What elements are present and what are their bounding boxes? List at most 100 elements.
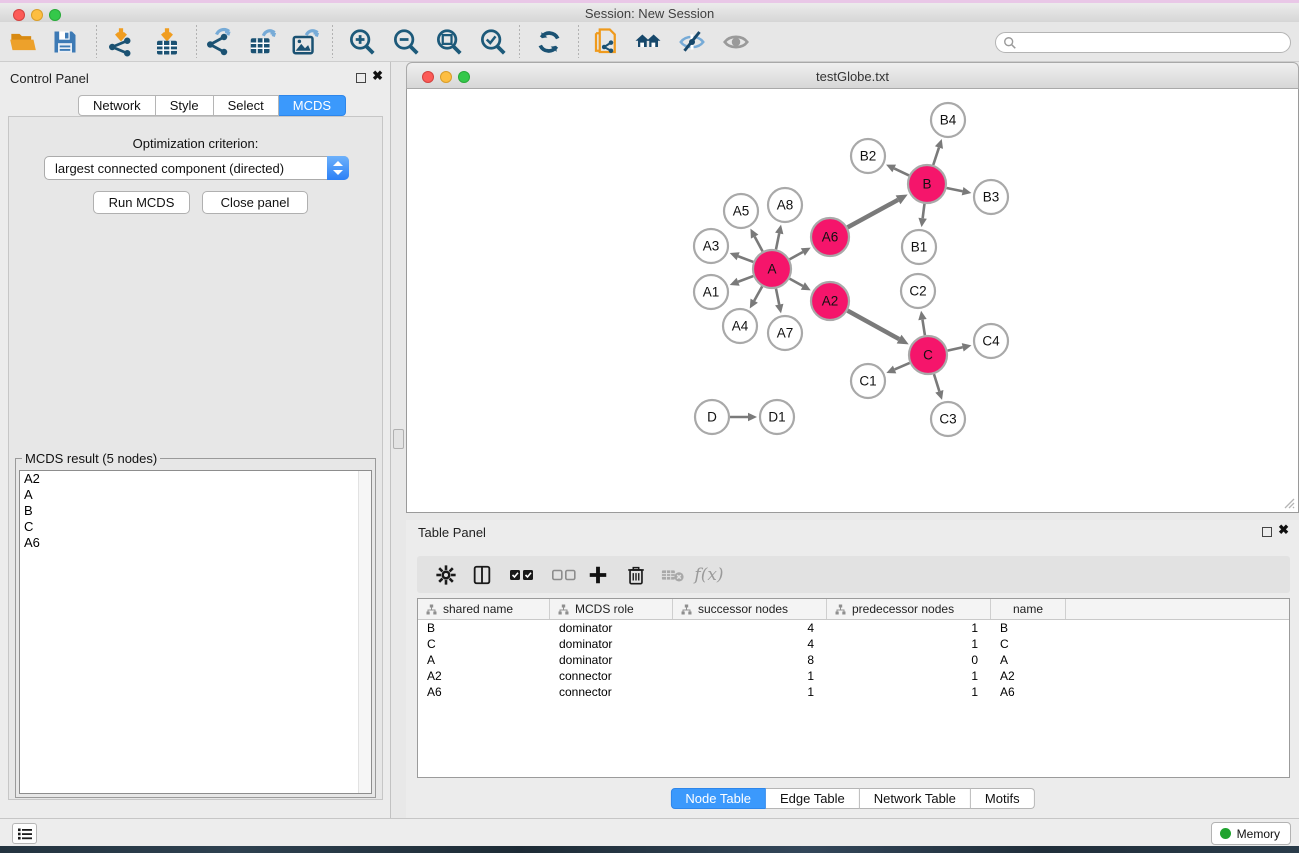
table-cell[interactable]: B	[991, 620, 1066, 636]
column-header-name[interactable]: name	[991, 599, 1066, 619]
open-session-button[interactable]	[4, 25, 42, 59]
table-cell[interactable]: 1	[827, 620, 991, 636]
table-tab-network-table[interactable]: Network Table	[860, 788, 971, 809]
table-cell[interactable]: B	[418, 620, 550, 636]
edge-B-B3[interactable]	[947, 188, 963, 191]
edge-C-C1[interactable]	[895, 363, 910, 370]
table-cell[interactable]: A6	[991, 684, 1066, 700]
table-cell[interactable]: A2	[991, 668, 1066, 684]
tab-select[interactable]: Select	[214, 95, 279, 116]
table-cell[interactable]: 1	[673, 668, 827, 684]
run-mcds-button[interactable]: Run MCDS	[93, 191, 190, 214]
refresh-button[interactable]	[530, 25, 568, 59]
table-row[interactable]: Cdominator41C	[418, 636, 1289, 652]
table-row[interactable]: Adominator80A	[418, 652, 1289, 668]
search-input[interactable]	[1017, 36, 1290, 50]
edge-A-A8[interactable]	[776, 233, 779, 249]
table-cell[interactable]: connector	[550, 684, 673, 700]
table-cell[interactable]: 1	[827, 668, 991, 684]
table-row[interactable]: Bdominator41B	[418, 620, 1289, 636]
column-header-predecessor-nodes[interactable]: predecessor nodes	[827, 599, 991, 619]
edge-C-C2[interactable]	[922, 320, 924, 336]
zoom-in-button[interactable]	[343, 25, 381, 59]
column-header-shared-name[interactable]: shared name	[418, 599, 550, 619]
edge-A2-C[interactable]	[848, 311, 900, 339]
table-cell[interactable]: 1	[827, 684, 991, 700]
function-builder-button[interactable]: f(x)	[689, 558, 729, 591]
close-panel-button[interactable]: Close panel	[202, 191, 308, 214]
split-table-button[interactable]	[465, 558, 499, 591]
table-row[interactable]: A2connector11A2	[418, 668, 1289, 684]
edge-A-A1[interactable]	[738, 276, 753, 282]
table-cell[interactable]: 1	[673, 684, 827, 700]
new-network-from-selection-button[interactable]	[587, 25, 625, 59]
table-tab-motifs[interactable]: Motifs	[971, 788, 1035, 809]
zoom-out-button[interactable]	[387, 25, 425, 59]
network-canvas[interactable]: B4B2BB3A5A8A6A3B1AA1A2C2A4A7C4CC1C3DD1	[406, 89, 1299, 513]
import-network-button[interactable]	[102, 25, 140, 59]
table-tab-edge-table[interactable]: Edge Table	[766, 788, 860, 809]
first-neighbors-button[interactable]	[629, 25, 667, 59]
export-network-button[interactable]	[200, 25, 238, 59]
column-header-successor-nodes[interactable]: successor nodes	[673, 599, 827, 619]
select-all-button[interactable]	[505, 558, 539, 591]
network-window-titlebar[interactable]: testGlobe.txt	[406, 62, 1299, 89]
mcds-result-item[interactable]: C	[20, 519, 371, 535]
save-session-button[interactable]	[46, 25, 84, 59]
table-cell[interactable]: 0	[827, 652, 991, 668]
edge-A6-B[interactable]	[848, 200, 898, 228]
mcds-result-item[interactable]: A	[20, 487, 371, 503]
zoom-fit-button[interactable]	[430, 25, 468, 59]
edge-A-A3[interactable]	[738, 256, 753, 262]
column-settings-button[interactable]	[429, 558, 463, 591]
tab-mcds[interactable]: MCDS	[279, 95, 346, 116]
table-cell[interactable]: A6	[418, 684, 550, 700]
table-cell[interactable]: 4	[673, 620, 827, 636]
float-panel-icon[interactable]	[356, 73, 366, 83]
mcds-result-item[interactable]: A6	[20, 535, 371, 551]
column-header-MCDS-role[interactable]: MCDS role	[550, 599, 673, 619]
resize-grip-icon[interactable]	[1281, 495, 1295, 509]
zoom-selected-button[interactable]	[474, 25, 512, 59]
close-table-panel-icon[interactable]: ✖	[1278, 522, 1289, 538]
table-cell[interactable]: C	[991, 636, 1066, 652]
edge-A-A5[interactable]	[755, 237, 763, 252]
table-tab-node-table[interactable]: Node Table	[670, 788, 766, 809]
edge-A-A4[interactable]	[754, 286, 762, 300]
mcds-result-list[interactable]: A2ABCA6	[19, 470, 372, 794]
mcds-result-item[interactable]: A2	[20, 471, 371, 487]
tab-style[interactable]: Style	[156, 95, 214, 116]
delete-columns-button[interactable]	[619, 558, 653, 591]
edge-B-B2[interactable]	[894, 168, 909, 175]
list-scrollbar[interactable]	[358, 471, 371, 793]
mcds-result-item[interactable]: B	[20, 503, 371, 519]
table-cell[interactable]: dominator	[550, 652, 673, 668]
table-cell[interactable]: dominator	[550, 620, 673, 636]
export-table-button[interactable]	[243, 25, 281, 59]
edge-C-C3[interactable]	[934, 374, 939, 391]
table-cell[interactable]: A	[991, 652, 1066, 668]
deselect-all-button[interactable]	[547, 558, 581, 591]
table-row[interactable]: A6connector11A6	[418, 684, 1289, 700]
edge-A-A6[interactable]	[790, 252, 803, 259]
add-column-button[interactable]	[581, 558, 615, 591]
edge-B-B1[interactable]	[923, 204, 925, 218]
edge-B-B4[interactable]	[933, 148, 939, 165]
table-cell[interactable]: 4	[673, 636, 827, 652]
table-cell[interactable]: connector	[550, 668, 673, 684]
float-table-panel-icon[interactable]	[1262, 527, 1272, 537]
export-image-button[interactable]	[286, 25, 324, 59]
tab-network[interactable]: Network	[78, 95, 156, 116]
task-history-button[interactable]	[12, 823, 37, 844]
left-splitter-handle[interactable]	[393, 429, 404, 449]
close-panel-icon[interactable]: ✖	[372, 68, 383, 84]
table-cell[interactable]: dominator	[550, 636, 673, 652]
show-all-button[interactable]	[717, 25, 755, 59]
hide-selected-button[interactable]	[673, 25, 711, 59]
table-cell[interactable]: 8	[673, 652, 827, 668]
table-cell[interactable]: A	[418, 652, 550, 668]
edge-C-C4[interactable]	[948, 347, 963, 350]
delete-table-button[interactable]	[656, 558, 690, 591]
table-cell[interactable]: C	[418, 636, 550, 652]
table-cell[interactable]: 1	[827, 636, 991, 652]
